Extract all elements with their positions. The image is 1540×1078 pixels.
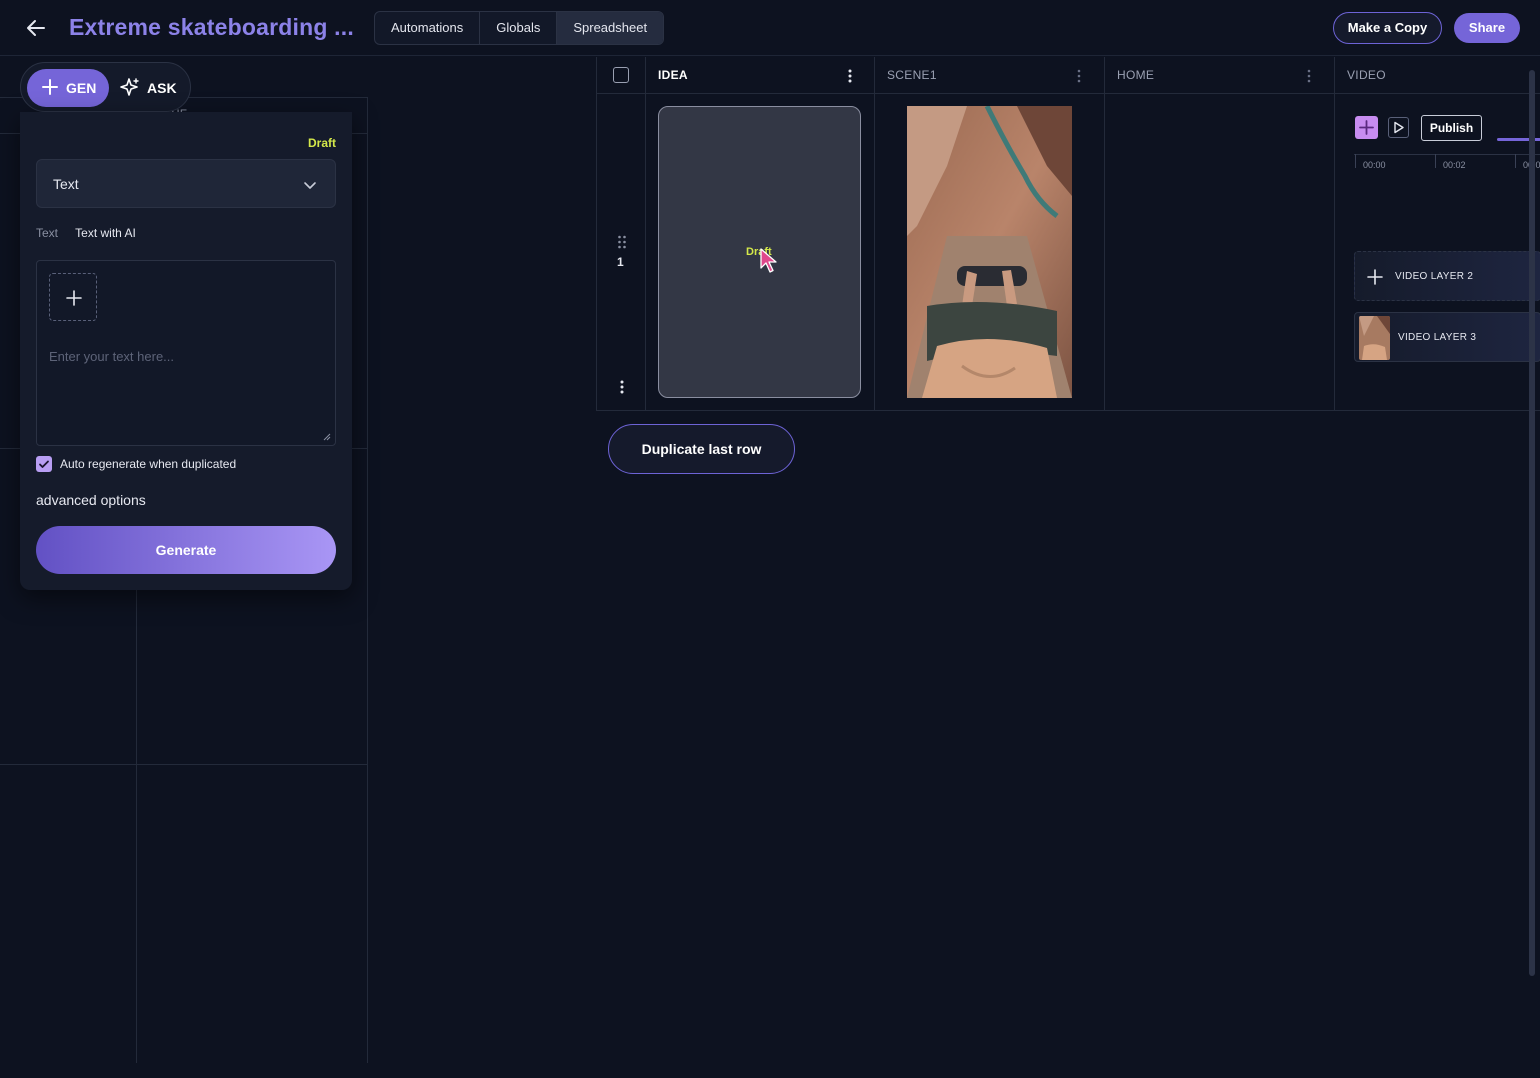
column-header-idea[interactable]: IDEA (658, 68, 688, 82)
tab-globals[interactable]: Globals (480, 12, 558, 44)
share-button[interactable]: Share (1454, 13, 1520, 43)
video-layer-label: VIDEO LAYER 2 (1395, 271, 1474, 282)
input-mode-tabs: Text Text with AI (36, 226, 136, 240)
grid-line (0, 764, 368, 765)
top-bar: Extreme skateboarding ... Automations Gl… (0, 0, 1540, 56)
view-tabs: Automations Globals Spreadsheet (374, 11, 665, 45)
column-divider (1334, 57, 1335, 410)
timeline-tick (1435, 154, 1436, 168)
vertical-scrollbar[interactable] (1529, 70, 1535, 976)
video-layer-thumbnail (1359, 316, 1390, 360)
ask-mode-label: ASK (147, 80, 177, 96)
tab-text-with-ai[interactable]: Text with AI (75, 226, 136, 240)
duplicate-last-row-button[interactable]: Duplicate last row (608, 424, 795, 474)
publish-button[interactable]: Publish (1421, 115, 1482, 141)
prompt-input[interactable] (49, 349, 323, 364)
grid-line (367, 97, 368, 1063)
more-vertical-icon[interactable] (847, 68, 853, 84)
more-vertical-icon[interactable] (619, 379, 625, 395)
column-header-video[interactable]: VIDEO (1347, 68, 1386, 82)
gen-mode-label: GEN (66, 80, 97, 96)
column-divider (874, 57, 875, 410)
back-arrow-icon[interactable] (24, 16, 48, 40)
resize-handle-icon[interactable] (323, 433, 331, 441)
timeline-ruler (1354, 154, 1540, 155)
auto-regenerate-label: Auto regenerate when duplicated (60, 457, 237, 471)
mode-toggle: GEN ASK (20, 62, 191, 112)
content-type-select[interactable]: Text (36, 159, 336, 208)
tab-automations[interactable]: Automations (375, 12, 481, 44)
more-vertical-icon[interactable] (1306, 68, 1312, 84)
spreadsheet: IDEA SCENE1 HOME VIDEO 1 Draft Publish 0… (596, 57, 1540, 411)
check-icon (39, 460, 49, 468)
header-row (597, 57, 1540, 94)
drag-handle-icon[interactable] (617, 235, 627, 249)
plus-icon (1359, 120, 1374, 135)
play-button[interactable] (1388, 117, 1409, 138)
select-all-checkbox[interactable] (613, 67, 629, 83)
column-header-home[interactable]: HOME (1117, 68, 1154, 82)
timeline-tick-label: 00:00 (1363, 160, 1386, 170)
column-divider (1104, 57, 1105, 410)
scene-image[interactable] (907, 106, 1072, 398)
timeline-tick-label: 00:02 (1443, 160, 1466, 170)
video-layer-2[interactable]: VIDEO LAYER 2 (1354, 251, 1540, 301)
row-number: 1 (617, 255, 624, 269)
timeline-tick (1355, 154, 1356, 168)
video-layer-3[interactable]: VIDEO LAYER 3 (1354, 312, 1540, 362)
auto-regenerate-checkbox[interactable] (36, 456, 52, 472)
make-copy-button[interactable]: Make a Copy (1333, 12, 1442, 44)
gen-mode-button[interactable]: GEN (27, 69, 109, 107)
skateboard-cliff-image (907, 106, 1072, 398)
tab-spreadsheet[interactable]: Spreadsheet (557, 12, 664, 44)
mouse-cursor-icon (759, 248, 779, 274)
content-type-value: Text (53, 176, 79, 192)
prompt-box (36, 260, 336, 446)
add-media-button[interactable] (49, 273, 97, 321)
plus-icon (1367, 269, 1383, 285)
plus-icon (42, 79, 58, 95)
timeline-tick (1515, 154, 1516, 168)
video-layer-label: VIDEO LAYER 3 (1398, 332, 1477, 343)
generate-panel: Draft Text Text Text with AI Auto regene… (20, 112, 352, 590)
column-header-scene1[interactable]: SCENE1 (887, 68, 937, 82)
tab-text[interactable]: Text (36, 226, 58, 240)
ask-mode-button[interactable]: ASK (119, 69, 187, 107)
sparkle-icon (120, 78, 139, 96)
project-title[interactable]: Extreme skateboarding ... (69, 14, 354, 41)
more-vertical-icon[interactable] (1076, 68, 1082, 84)
column-divider (645, 57, 646, 410)
advanced-options-toggle[interactable]: advanced options (36, 492, 146, 508)
generate-button[interactable]: Generate (36, 526, 336, 574)
plus-icon (66, 290, 82, 306)
status-badge: Draft (307, 136, 336, 150)
play-icon (1394, 121, 1404, 134)
chevron-down-icon (304, 182, 316, 189)
add-video-button[interactable] (1355, 116, 1378, 139)
